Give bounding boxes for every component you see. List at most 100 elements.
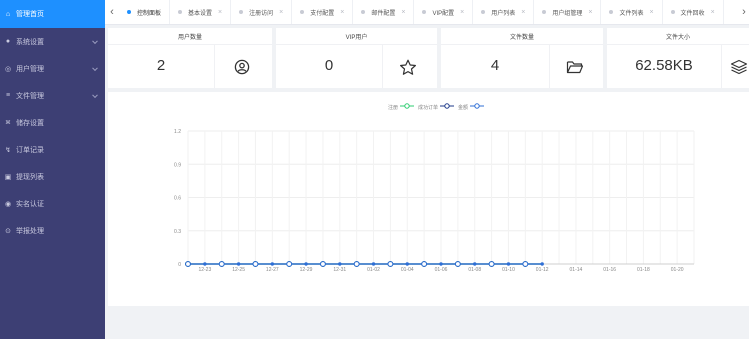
tab-close-icon[interactable]: × bbox=[649, 9, 653, 16]
tab-3[interactable]: 支付配置 × bbox=[292, 0, 354, 24]
chart-legend: 注册 成功订单 金额 bbox=[388, 103, 485, 111]
sidebar-item-6[interactable]: ▣ 提现列表 bbox=[0, 163, 105, 190]
stat-card: VIP用户 0 bbox=[276, 28, 437, 88]
tab-close-icon[interactable]: × bbox=[218, 9, 222, 16]
tab-label: 控制面板 bbox=[137, 10, 162, 17]
tab-dot-icon bbox=[422, 10, 427, 14]
sidebar-item-label: 订单记录 bbox=[16, 146, 44, 154]
tab-label: 基本设置 bbox=[188, 10, 213, 17]
withdraw-icon: ▣ bbox=[4, 173, 12, 181]
storage-icon: ж bbox=[5, 119, 11, 126]
tab-label: 注册访问 bbox=[249, 10, 274, 17]
sidebar-item-8[interactable]: ⊙ 举报处理 bbox=[0, 217, 105, 244]
divider bbox=[276, 44, 437, 45]
divider bbox=[549, 44, 550, 88]
tab-dot-icon bbox=[239, 10, 244, 14]
tab-6[interactable]: 用户列表 × bbox=[473, 0, 535, 24]
chart-panel bbox=[108, 92, 749, 306]
sidebar-item-label: 举报处理 bbox=[16, 227, 44, 235]
stat-card-value: 0 bbox=[324, 57, 334, 74]
tab-4[interactable]: 邮件配置 × bbox=[353, 0, 415, 24]
legend-label: 成功订单 bbox=[418, 104, 439, 111]
tab-close-icon[interactable]: × bbox=[401, 9, 405, 16]
tab-label: VIP配置 bbox=[432, 10, 455, 17]
stat-card-title: 文件大小 bbox=[665, 35, 690, 41]
sidebar-item-label: 管理首页 bbox=[16, 11, 44, 18]
tab-0[interactable]: 控制面板 bbox=[119, 0, 171, 24]
legend-swatch-icon bbox=[440, 103, 455, 111]
tab-dot-icon bbox=[178, 10, 183, 14]
settings-icon: ● bbox=[5, 38, 11, 45]
layers-icon bbox=[729, 58, 749, 76]
tab-dot-icon bbox=[609, 10, 614, 14]
stat-card-title: 用户数量 bbox=[177, 35, 202, 41]
legend-label: 金额 bbox=[458, 104, 469, 111]
tab-dot-icon bbox=[361, 10, 366, 14]
tab-5[interactable]: VIP配置 × bbox=[414, 0, 474, 24]
sidebar-item-label: 储存设置 bbox=[16, 119, 44, 127]
chevron-down-icon bbox=[92, 91, 98, 98]
sidebar-item-3[interactable]: ≡ 文件管理 bbox=[0, 82, 105, 109]
divider bbox=[607, 44, 749, 45]
tabs-scroll-left-icon[interactable]: ‹ bbox=[105, 0, 119, 24]
tabs-bar: ‹ 控制面板 基本设置 × 注册访问 × 支付配置 × 邮件配置 × VIP配置 × 用户列表 × 用户组… bbox=[105, 0, 749, 25]
sidebar-item-2[interactable]: ◎ 用户管理 bbox=[0, 55, 105, 82]
sidebar-item-label: 系统设置 bbox=[16, 38, 44, 46]
legend-item[interactable]: 注册 bbox=[388, 103, 415, 111]
divider bbox=[721, 44, 722, 88]
sidebar-item-4[interactable]: ж 储存设置 bbox=[0, 109, 105, 136]
sidebar-item-1[interactable]: ● 系统设置 bbox=[0, 28, 105, 55]
tabs-list: 控制面板 基本设置 × 注册访问 × 支付配置 × 邮件配置 × VIP配置 × 用户列表 × 用户组管理… bbox=[119, 0, 739, 24]
tab-close-icon[interactable]: × bbox=[711, 9, 715, 16]
tab-dot-icon bbox=[481, 10, 486, 14]
sidebar-item-7[interactable]: ◉ 实名认证 bbox=[0, 190, 105, 217]
tabs-scroll-right-icon[interactable]: › bbox=[739, 0, 749, 24]
divider bbox=[108, 44, 272, 45]
stat-card: 用户数量 2 bbox=[108, 28, 272, 88]
stat-card-title: 文件数量 bbox=[509, 35, 534, 41]
chevron-down-icon bbox=[92, 37, 98, 44]
order-icon: ↯ bbox=[5, 146, 11, 154]
tab-label: 邮件配置 bbox=[371, 10, 396, 17]
user-circle-icon bbox=[232, 58, 252, 76]
tab-8[interactable]: 文件列表 × bbox=[601, 0, 663, 24]
tab-close-icon[interactable]: × bbox=[460, 9, 464, 16]
tab-close-icon[interactable]: × bbox=[279, 9, 283, 16]
legend-label: 注册 bbox=[388, 104, 399, 111]
chevron-down-icon bbox=[92, 64, 98, 71]
home-icon: ⌂ bbox=[5, 10, 11, 18]
verify-icon: ◉ bbox=[4, 200, 12, 208]
star-icon bbox=[398, 58, 418, 76]
sidebar-item-label: 提现列表 bbox=[16, 173, 44, 181]
legend-item[interactable]: 金额 bbox=[458, 103, 485, 111]
tab-label: 文件列表 bbox=[619, 10, 644, 17]
tab-2[interactable]: 注册访问 × bbox=[231, 0, 293, 24]
divider bbox=[382, 44, 383, 88]
sidebar-item-label: 用户管理 bbox=[16, 65, 44, 73]
tab-label: 文件回收 bbox=[680, 10, 705, 17]
stat-card: 文件大小 62.58KB bbox=[607, 28, 749, 88]
stat-card-value: 2 bbox=[156, 57, 166, 74]
file-icon: ≡ bbox=[5, 92, 11, 99]
sidebar-item-label: 实名认证 bbox=[16, 200, 44, 208]
legend-swatch-icon bbox=[400, 103, 415, 111]
sidebar-item-0[interactable]: ⌂ 管理首页 bbox=[0, 0, 105, 28]
divider bbox=[441, 44, 603, 45]
tab-7[interactable]: 用户组管理 × bbox=[534, 0, 602, 24]
legend-item[interactable]: 成功订单 bbox=[418, 103, 455, 111]
tab-close-icon[interactable]: × bbox=[340, 9, 344, 16]
tab-close-icon[interactable]: × bbox=[588, 9, 592, 16]
tab-label: 用户列表 bbox=[491, 10, 516, 17]
tab-dot-icon bbox=[127, 10, 131, 14]
sidebar-item-label: 文件管理 bbox=[16, 92, 44, 100]
stat-card-value: 4 bbox=[490, 57, 500, 74]
tab-1[interactable]: 基本设置 × bbox=[170, 0, 232, 24]
sidebar-item-5[interactable]: ↯ 订单记录 bbox=[0, 136, 105, 163]
legend-swatch-icon bbox=[470, 103, 485, 111]
stat-card-title: VIP用户 bbox=[345, 35, 368, 41]
sidebar: ⌂ 管理首页 ● 系统设置 ◎ 用户管理 ≡ 文件管理 ж 储存设置 ↯ 订单记录 ▣ 提现列表 ◉ 实名认证… bbox=[0, 0, 105, 339]
stat-card-value: 62.58KB bbox=[635, 57, 693, 74]
tab-9[interactable]: 文件回收 × bbox=[663, 0, 724, 24]
tab-dot-icon bbox=[670, 10, 675, 14]
tab-close-icon[interactable]: × bbox=[521, 9, 525, 16]
